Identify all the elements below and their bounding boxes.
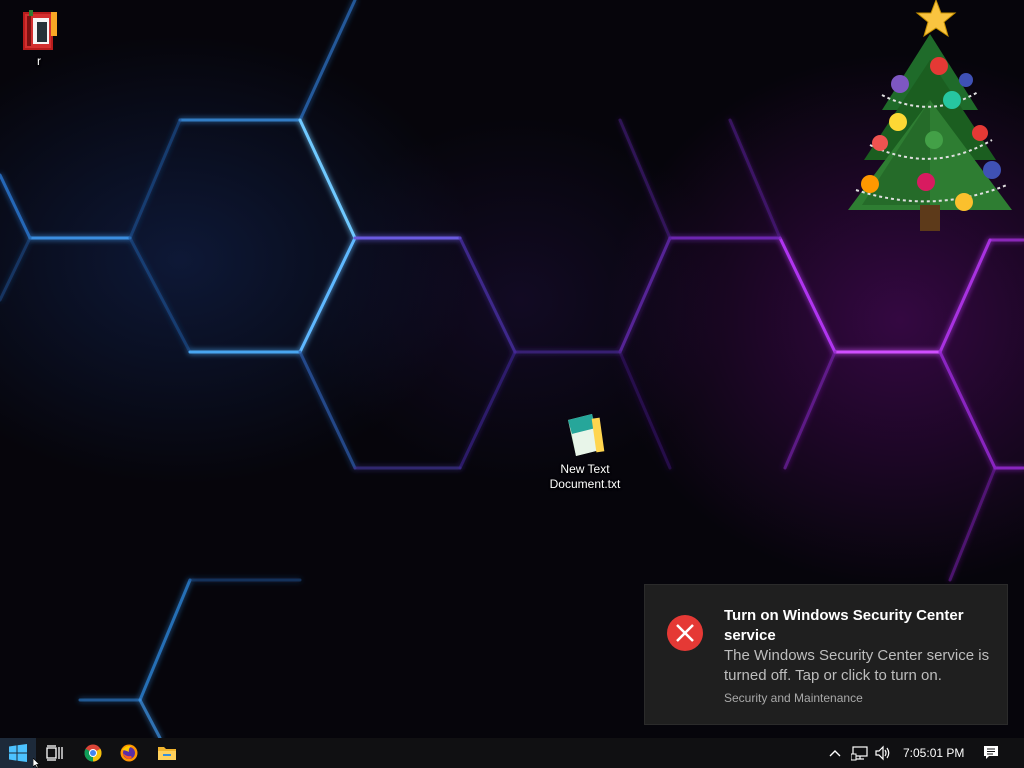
taskbar: 7:05:01 PM [0, 738, 1024, 768]
christmas-tree-decoration[interactable] [842, 0, 1018, 236]
security-notification-toast[interactable]: Turn on Windows Security Center service … [644, 584, 1008, 725]
firefox-icon [120, 744, 138, 762]
chrome-taskbar-button[interactable] [76, 738, 110, 768]
desktop-icon-r[interactable]: r [12, 8, 66, 69]
start-windows-icon [9, 744, 27, 762]
task-view-icon [46, 745, 63, 761]
notification-source: Security and Maintenance [724, 691, 863, 705]
start-button[interactable] [0, 738, 36, 768]
notification-body: The Windows Security Center service is t… [724, 647, 990, 684]
show-hidden-icons-button[interactable] [824, 738, 846, 768]
chrome-icon [84, 744, 102, 762]
mouse-cursor-icon [33, 758, 41, 768]
volume-tray-button[interactable] [872, 738, 894, 768]
firefox-taskbar-button[interactable] [112, 738, 146, 768]
network-icon [851, 746, 868, 761]
action-center-button[interactable] [976, 738, 1006, 768]
notification-title: Turn on Windows Security Center service [724, 607, 964, 644]
winrar-archive-icon [23, 10, 57, 50]
desktop-icon-label: r [37, 54, 41, 68]
desktop-icon-label-line2: Document.txt [549, 477, 621, 491]
task-view-button[interactable] [38, 738, 72, 768]
taskbar-clock[interactable]: 7:05:01 PM [903, 738, 965, 768]
file-explorer-taskbar-button[interactable] [150, 738, 184, 768]
chevron-up-icon [829, 750, 841, 757]
file-explorer-icon [158, 747, 176, 760]
error-x-icon [667, 615, 703, 651]
network-tray-button[interactable] [848, 738, 872, 768]
notepad-file-icon [568, 414, 605, 456]
desktop-icon-label-line1: New Text [560, 462, 610, 476]
volume-icon [875, 745, 890, 761]
notification-center-icon [984, 746, 998, 759]
desktop-icon-new-text-document[interactable]: New Text Document.txt [542, 410, 628, 492]
